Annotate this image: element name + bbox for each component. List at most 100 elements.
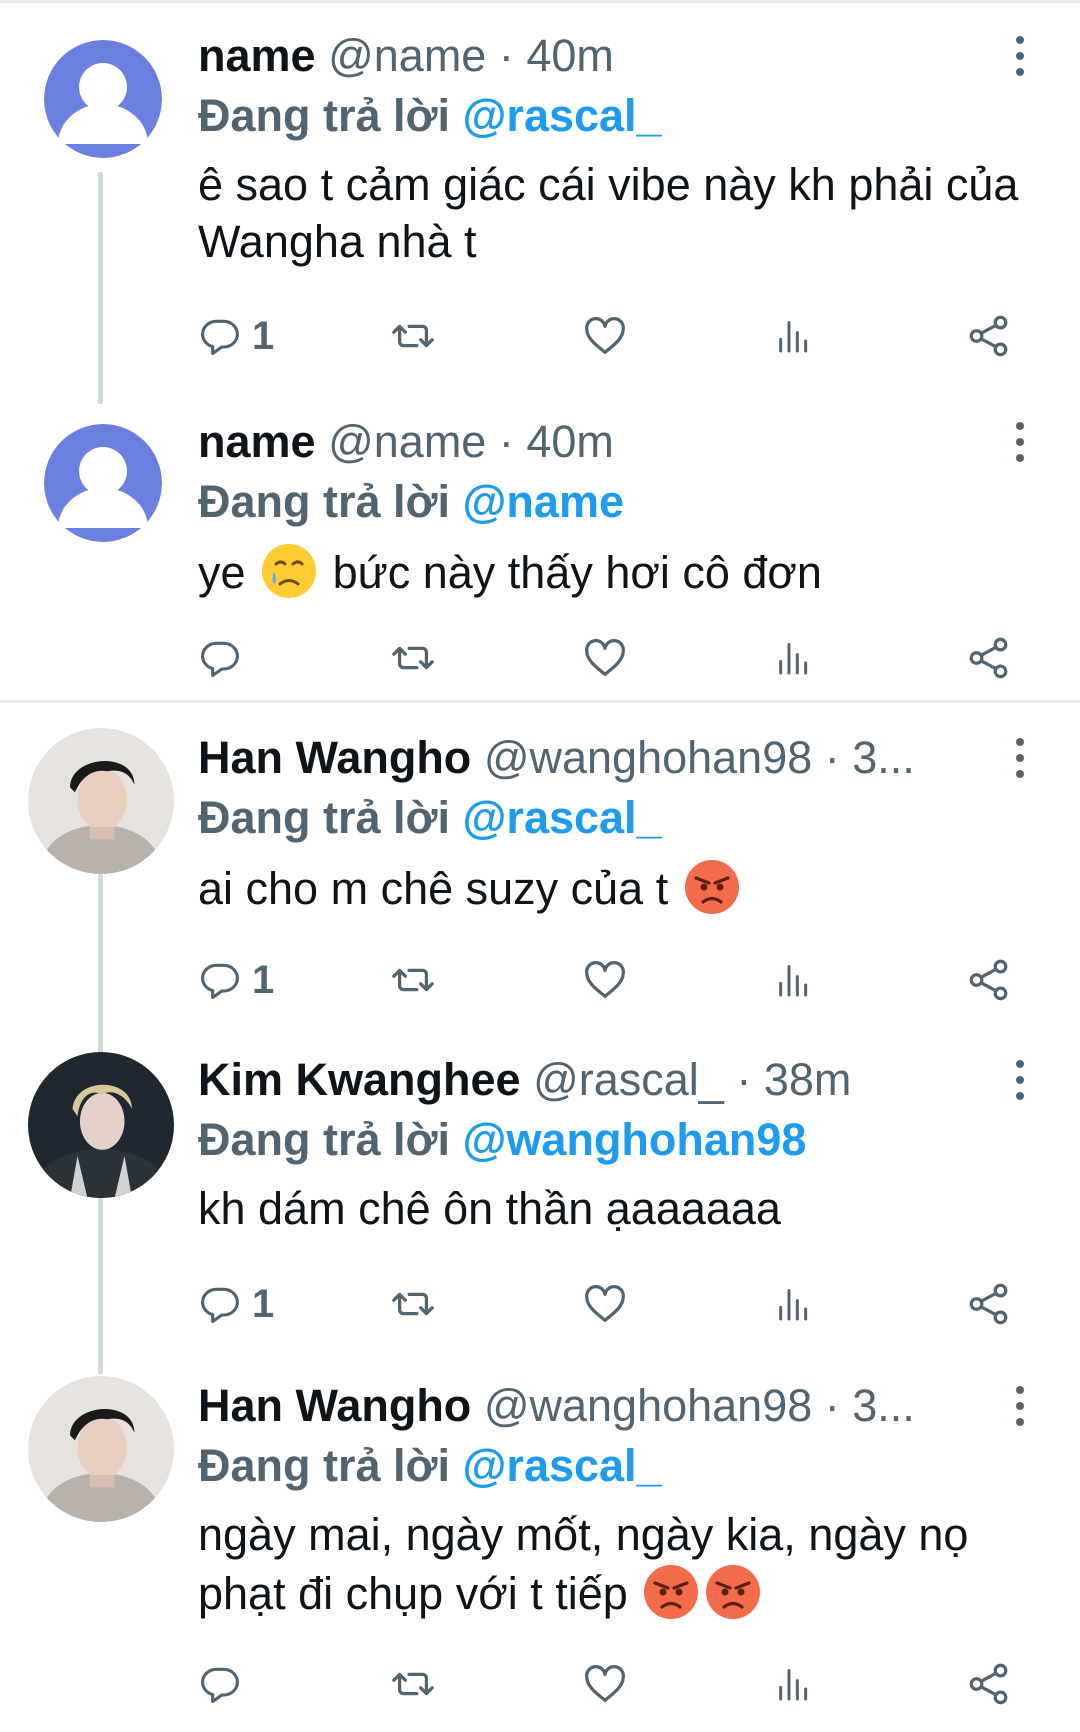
display-name[interactable]: name — [198, 416, 316, 467]
like-button[interactable] — [582, 1654, 628, 1714]
like-button[interactable] — [582, 628, 628, 688]
avatar[interactable] — [28, 728, 174, 874]
more-vertical-icon[interactable] — [1000, 728, 1040, 788]
timestamp[interactable]: · 3... — [825, 732, 915, 783]
crying-face-emoji-icon — [260, 542, 318, 600]
heart-icon — [582, 957, 628, 1003]
views-button[interactable] — [774, 1274, 814, 1334]
replying-to-handle[interactable]: @rascal_ — [463, 792, 662, 843]
avatar[interactable] — [44, 40, 162, 158]
views-button[interactable] — [774, 306, 814, 366]
share-button[interactable] — [966, 306, 1012, 366]
avatar[interactable] — [28, 1052, 174, 1198]
reply-icon — [198, 1282, 242, 1326]
share-icon — [966, 313, 1012, 359]
analytics-icon — [774, 638, 814, 678]
like-button[interactable] — [582, 950, 628, 1010]
more-vertical-icon[interactable] — [1000, 1376, 1040, 1436]
avatar[interactable] — [44, 424, 162, 542]
heart-icon — [582, 635, 628, 681]
tweet-header: Kim Kwanghee @rascal_ · 38m — [198, 1050, 1040, 1110]
user-handle[interactable]: @name — [328, 416, 486, 467]
replying-to-label: Đang trả lời — [198, 476, 451, 527]
thread-divider — [0, 700, 1080, 703]
more-vertical-icon[interactable] — [1000, 1050, 1040, 1110]
analytics-icon — [774, 1284, 814, 1324]
tweet-text: ngày mai, ngày mốt, ngày kia, ngày nọ ph… — [198, 1506, 1040, 1622]
heart-icon — [582, 1661, 628, 1707]
reply-icon — [198, 636, 242, 680]
reply-count: 1 — [252, 313, 275, 358]
default-avatar-icon — [44, 424, 162, 542]
reply-icon — [198, 958, 242, 1002]
tweet-header: Han Wangho @wanghohan98 · 3... — [198, 1376, 1040, 1436]
user-handle[interactable]: @name — [328, 30, 486, 81]
replying-to-handle[interactable]: @rascal_ — [463, 90, 662, 141]
replying-to-handle[interactable]: @rascal_ — [463, 1440, 662, 1491]
tweet-text: ai cho m chê suzy của t — [198, 858, 1040, 917]
reply-button[interactable] — [198, 1654, 252, 1714]
reply-button[interactable]: 1 — [198, 950, 274, 1010]
more-vertical-icon[interactable] — [1000, 26, 1040, 86]
share-button[interactable] — [966, 1654, 1012, 1714]
reply-button[interactable] — [198, 628, 252, 688]
tweet-header: name @name · 40m — [198, 26, 1040, 86]
display-name[interactable]: Kim Kwanghee — [198, 1054, 521, 1105]
retweet-icon — [390, 1661, 436, 1707]
timestamp[interactable]: · 3... — [825, 1380, 915, 1431]
views-button[interactable] — [774, 950, 814, 1010]
reply-button[interactable]: 1 — [198, 1274, 274, 1334]
timestamp[interactable]: · 40m — [499, 30, 614, 81]
retweet-button[interactable] — [390, 1274, 436, 1334]
retweet-button[interactable] — [390, 628, 436, 688]
retweet-icon — [390, 313, 436, 359]
display-name[interactable]: name — [198, 30, 316, 81]
share-icon — [966, 1661, 1012, 1707]
avatar[interactable] — [28, 1376, 174, 1522]
angry-face-emoji-icon — [683, 858, 741, 916]
thread-line — [98, 874, 103, 1060]
replying-to-handle[interactable]: @wanghohan98 — [463, 1114, 807, 1165]
like-button[interactable] — [582, 306, 628, 366]
more-vertical-icon[interactable] — [1000, 412, 1040, 472]
share-button[interactable] — [966, 950, 1012, 1010]
replying-to-label: Đang trả lời — [198, 1114, 451, 1165]
user-handle[interactable]: @wanghohan98 — [484, 732, 812, 783]
retweet-button[interactable] — [390, 306, 436, 366]
share-icon — [966, 957, 1012, 1003]
tweet-actions — [198, 628, 1030, 688]
thread-line — [98, 172, 103, 404]
replying-to: Đang trả lời @rascal_ — [198, 788, 1040, 848]
views-button[interactable] — [774, 628, 814, 688]
thread-line — [98, 1196, 103, 1374]
timestamp[interactable]: · 38m — [736, 1054, 851, 1105]
user-handle[interactable]: @rascal_ — [533, 1054, 724, 1105]
retweet-button[interactable] — [390, 950, 436, 1010]
display-name[interactable]: Han Wangho — [198, 1380, 471, 1431]
angry-face-emoji-icon — [704, 1563, 762, 1621]
replying-to-label: Đang trả lời — [198, 1440, 451, 1491]
replying-to-handle[interactable]: @name — [463, 476, 624, 527]
user-handle[interactable]: @wanghohan98 — [484, 1380, 812, 1431]
tweet-text: ê sao t cảm giác cái vibe này kh phải củ… — [198, 159, 1019, 267]
like-button[interactable] — [582, 1274, 628, 1334]
reply-icon — [198, 314, 242, 358]
analytics-icon — [774, 316, 814, 356]
tweet-actions: 1 — [198, 306, 1030, 366]
tweet-actions — [198, 1654, 1030, 1714]
profile-photo-icon — [28, 1052, 174, 1198]
timestamp[interactable]: · 40m — [499, 416, 614, 467]
display-name[interactable]: Han Wangho — [198, 732, 471, 783]
share-button[interactable] — [966, 1274, 1012, 1334]
angry-face-emoji-icon — [642, 1563, 700, 1621]
profile-photo-icon — [28, 1376, 174, 1522]
tweet-text: ye bức này thấy hơi cô đơn — [198, 542, 1040, 601]
top-divider — [0, 0, 1080, 3]
views-button[interactable] — [774, 1654, 814, 1714]
retweet-button[interactable] — [390, 1654, 436, 1714]
tweet-text-start: ye — [198, 547, 246, 598]
reply-button[interactable]: 1 — [198, 306, 274, 366]
reply-count: 1 — [252, 957, 275, 1002]
share-button[interactable] — [966, 628, 1012, 688]
heart-icon — [582, 313, 628, 359]
